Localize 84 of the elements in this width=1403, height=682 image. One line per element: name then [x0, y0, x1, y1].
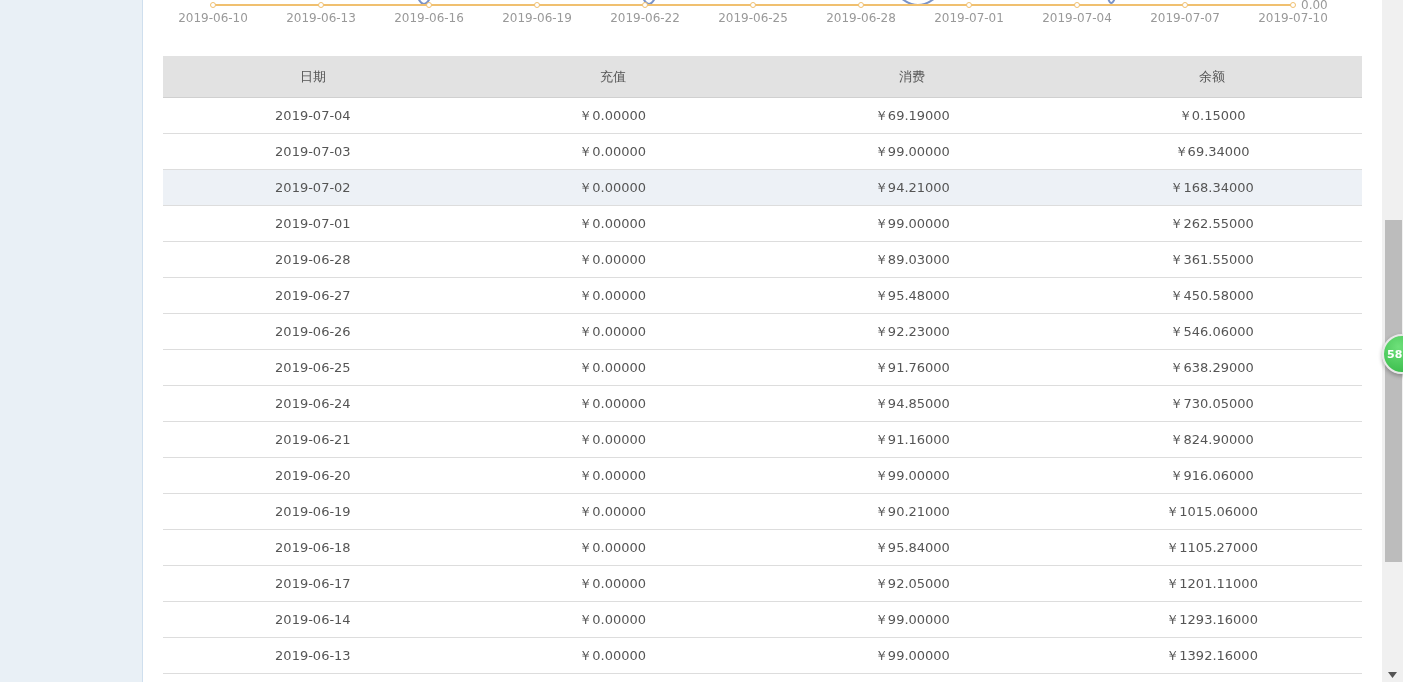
table-cell-text: ￥0.00000 [578, 142, 647, 161]
table-cell-text: ￥0.00000 [578, 106, 647, 125]
table-cell-text: ￥0.00000 [578, 322, 647, 341]
table-cell-text: 2019-06-28 [274, 251, 352, 269]
table-cell-text: ￥1201.11000 [1165, 574, 1259, 593]
axis-label: 2019-07-10 [1258, 11, 1328, 25]
axis-label: 2019-06-22 [610, 11, 680, 25]
table-cell-text: 2019-06-21 [274, 431, 352, 449]
table-cell-text: ￥730.05000 [1169, 394, 1255, 413]
table-cell-text: ￥0.00000 [578, 466, 647, 485]
table-cell-text: ￥0.00000 [578, 250, 647, 269]
axis-label: 2019-06-19 [502, 11, 572, 25]
table-cell-text: ￥0.00000 [578, 394, 647, 413]
table-cell-text: 2019-06-27 [274, 287, 352, 305]
table-cell-text: ￥361.55000 [1169, 250, 1255, 269]
table-cell-text: 2019-06-17 [274, 575, 352, 593]
table-cell-text: ￥1293.16000 [1165, 610, 1259, 629]
table-cell-text: ￥99.00000 [873, 214, 951, 233]
table-cell-text: ￥69.19000 [873, 106, 951, 125]
table-cell-text: ￥99.00000 [873, 610, 951, 629]
table-cell-text: ￥95.84000 [873, 538, 951, 557]
table-cell-text: ￥99.00000 [873, 466, 951, 485]
scrollbar-thumb[interactable] [1385, 220, 1402, 562]
table-cell-text: ￥89.03000 [873, 250, 951, 269]
axis-label: 2019-07-04 [1042, 11, 1112, 25]
table-cell-text: ￥91.16000 [873, 430, 951, 449]
table-cell-text: 2019-06-18 [274, 539, 352, 557]
table-cell-text: 2019-06-19 [274, 503, 352, 521]
table-cell-text: ￥95.48000 [873, 286, 951, 305]
table-cell-text: ￥92.05000 [873, 574, 951, 593]
column-header: 日期 [298, 67, 327, 86]
table-cell-text: ￥90.21000 [873, 502, 951, 521]
table-cell-text: ￥824.90000 [1169, 430, 1255, 449]
table-cell-text: 2019-06-20 [274, 467, 352, 485]
table-cell-text: 2019-06-13 [274, 647, 352, 665]
table-cell-text: ￥1015.06000 [1165, 502, 1259, 521]
table-cell-text: ￥99.00000 [873, 646, 951, 665]
table-cell-text: ￥69.34000 [1173, 142, 1251, 161]
table-cell-text: ￥0.00000 [578, 358, 647, 377]
table-cell-text: ￥0.00000 [578, 178, 647, 197]
table-cell-text: ￥546.06000 [1169, 322, 1255, 341]
axis-label: 0.00 [1301, 0, 1328, 12]
table-cell-text: 2019-06-26 [274, 323, 352, 341]
table-cell-text: ￥0.15000 [1177, 106, 1247, 125]
table-cell-text: ￥0.00000 [578, 286, 647, 305]
table-cell-text: 2019-06-24 [274, 395, 352, 413]
table-cell-text: ￥1392.16000 [1165, 646, 1259, 665]
axis-label: 2019-07-07 [1150, 11, 1220, 25]
table-cell-text: ￥0.00000 [578, 538, 647, 557]
column-header: 消费 [898, 67, 927, 86]
table-cell-text: 2019-07-04 [274, 107, 352, 125]
table-cell-text: ￥91.76000 [873, 358, 951, 377]
down-arrow-icon[interactable] [1388, 672, 1397, 678]
axis-label: 2019-06-10 [178, 11, 248, 25]
table-cell-text: 2019-07-03 [274, 143, 352, 161]
table-cell-text: 2019-06-25 [274, 359, 352, 377]
table-cell-text: 2019-07-02 [274, 179, 352, 197]
axis-label: 2019-06-25 [718, 11, 788, 25]
scrollbar[interactable] [1382, 0, 1403, 682]
axis-label: 2019-07-01 [934, 11, 1004, 25]
table-cell-text: ￥0.00000 [578, 646, 647, 665]
table-cell-text: ￥94.85000 [873, 394, 951, 413]
column-header: 充值 [598, 67, 627, 86]
table-cell-text: ￥0.00000 [578, 574, 647, 593]
table-cell-text: ￥262.55000 [1169, 214, 1255, 233]
table-cell-text: ￥1105.27000 [1165, 538, 1259, 557]
table-cell-text: ￥0.00000 [578, 214, 647, 233]
table-cell-text: ￥638.29000 [1169, 358, 1255, 377]
table-cell-text: ￥94.21000 [873, 178, 951, 197]
table-cell-text: ￥450.58000 [1169, 286, 1255, 305]
table-cell-text: ￥92.23000 [873, 322, 951, 341]
table-row[interactable]: 2019-07-02 ￥0.00000 ￥94.21000 ￥168.34000 [163, 170, 1362, 206]
axis-label: 2019-06-16 [394, 11, 464, 25]
table-cell-text: 2019-06-14 [274, 611, 352, 629]
table-cell-text: ￥0.00000 [578, 430, 647, 449]
table-cell-text: ￥0.00000 [578, 502, 647, 521]
table-cell-text: ￥168.34000 [1169, 178, 1255, 197]
table-cell-text: 2019-07-01 [274, 215, 352, 233]
axis-label: 2019-06-28 [826, 11, 896, 25]
axis-label: 2019-06-13 [286, 11, 356, 25]
table-cell-text: ￥916.06000 [1169, 466, 1255, 485]
table-cell-text: ￥0.00000 [578, 610, 647, 629]
column-header: 余额 [1198, 67, 1227, 86]
table-cell-text: ￥99.00000 [873, 142, 951, 161]
